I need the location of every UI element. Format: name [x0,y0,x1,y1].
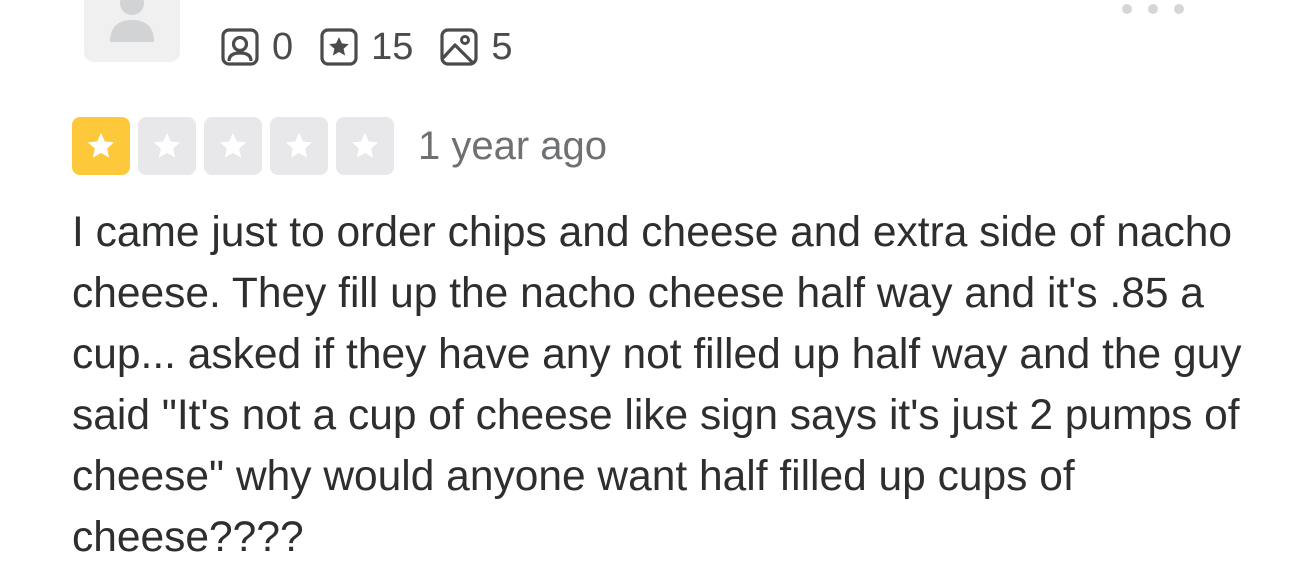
friends-stat: 0 [220,26,293,68]
photos-count: 5 [491,26,513,68]
more-options-icon-dot [1174,4,1184,14]
reviewer-stats: 0 15 5 [220,26,539,68]
star-empty [204,117,262,175]
star-filled [72,117,130,175]
photos-stat: 5 [439,26,513,68]
reviews-stat: 15 [319,26,413,68]
friends-icon [221,28,259,66]
star-icon [219,132,247,158]
friends-count: 0 [272,26,294,68]
star-icon [153,132,181,158]
reviews-star-icon [320,28,358,66]
more-options-button[interactable] [1116,0,1188,18]
star-empty [138,117,196,175]
reviewer-avatar[interactable] [84,0,180,62]
more-options-icon [1122,4,1132,14]
star-icon [285,132,313,158]
more-options-icon-dot [1148,4,1158,14]
star-empty [270,117,328,175]
star-icon [351,132,379,158]
star-icon [87,132,115,158]
review-date: 1 year ago [418,124,608,168]
review-rating-row: 1 year ago [72,116,607,176]
review-text: I came just to order chips and cheese an… [72,209,1242,561]
reviews-count: 15 [371,26,414,68]
star-empty [336,117,394,175]
user-silhouette-icon [110,0,154,42]
photos-icon [440,28,479,66]
star-rating [72,117,402,175]
